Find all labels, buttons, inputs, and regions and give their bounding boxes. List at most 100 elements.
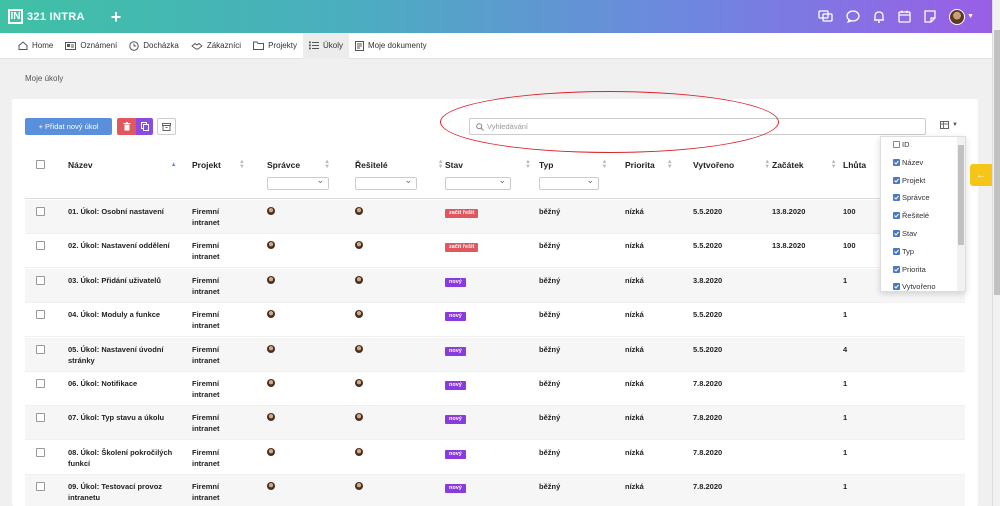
select-all-checkbox[interactable] <box>36 160 45 169</box>
app-logo[interactable]: IN 321 INTRA <box>8 9 85 24</box>
avatar <box>355 379 363 387</box>
nav-item-5[interactable]: Úkoly <box>302 32 349 59</box>
project-line: intranet <box>192 390 220 399</box>
column-header-6[interactable]: Priorita ▲ ▼ <box>625 159 673 170</box>
deadline-cell: 1 <box>843 482 848 492</box>
checkbox[interactable] <box>893 194 900 202</box>
table-row[interactable]: 02. Úkol: Nastavení oddělení Firemní intra… <box>25 234 965 269</box>
dropdown-scrollbar[interactable] <box>957 137 965 291</box>
task-name-cell[interactable]: 06. Úkol: Notifikace <box>68 378 178 389</box>
start-cell: 13.8.2020 <box>772 207 806 216</box>
bell-icon[interactable] <box>873 10 885 23</box>
column-option[interactable]: Typ <box>893 247 914 256</box>
column-option[interactable]: Správce <box>893 193 930 202</box>
column-filter-select[interactable] <box>355 175 417 190</box>
row-checkbox[interactable] <box>36 207 45 219</box>
column-option-label: Řešitelé <box>902 211 930 221</box>
assignees-cell <box>355 379 363 390</box>
calendar-icon[interactable] <box>898 10 911 23</box>
nav-item-0[interactable]: Home <box>12 33 59 59</box>
row-checkbox[interactable] <box>36 275 45 288</box>
nav-item-4[interactable]: Projekty <box>247 33 303 59</box>
column-filter-select[interactable] <box>445 175 511 190</box>
nav-item-1[interactable]: Oznámení <box>59 33 123 59</box>
project-line: Firemní <box>192 207 220 216</box>
checkbox[interactable] <box>893 158 900 166</box>
column-header-7[interactable]: Vytvořeno ▲ ▼ <box>693 159 770 170</box>
column-option[interactable]: Řešitelé <box>893 211 929 220</box>
task-name-line: funkcí <box>68 458 91 468</box>
start-cell: 13.8.2020 <box>772 241 806 251</box>
checkbox[interactable] <box>893 176 900 184</box>
checkbox[interactable] <box>893 141 900 148</box>
nav-item-2[interactable]: Docházka <box>123 33 185 59</box>
table-row[interactable]: 07. Úkol: Typ stavu a úkolu Firemní intran… <box>25 406 965 441</box>
row-checkbox[interactable] <box>36 241 45 253</box>
checkbox[interactable] <box>893 212 900 220</box>
assignees-cell <box>355 482 363 493</box>
archive-button[interactable] <box>157 118 176 135</box>
add-task-button[interactable]: + Přidat nový úkol <box>25 118 112 135</box>
checkbox[interactable] <box>893 283 900 291</box>
search-input[interactable] <box>487 122 787 131</box>
chat-icon[interactable] <box>818 10 833 23</box>
task-name-cell[interactable]: 09. Úkol: Testovací provoz intranetu <box>68 481 178 503</box>
column-header-5[interactable]: Typ ▲ ▼ <box>539 159 607 170</box>
table-row[interactable]: 01. Úkol: Osobní nastavení Firemní intrane… <box>25 200 965 234</box>
table-row[interactable]: 03. Úkol: Přidání uživatelů Firemní intran… <box>25 268 965 303</box>
table-row[interactable]: 05. Úkol: Nastavení úvodní stránky Firemní… <box>25 337 965 372</box>
row-checkbox[interactable] <box>36 447 45 460</box>
task-name-cell[interactable]: 07. Úkol: Typ stavu a úkolu <box>68 412 178 423</box>
column-option[interactable]: ID <box>893 140 910 149</box>
status-cell: začít řešit <box>445 240 479 253</box>
column-filter-select[interactable] <box>539 175 599 190</box>
checkbox[interactable] <box>893 230 900 237</box>
tasks-card: + Přidat nový úkol ▼ Název▲ Projekt▲▼ Sprá… <box>12 91 978 506</box>
table-row[interactable]: 09. Úkol: Testovací provoz intranetu Firem… <box>25 475 965 506</box>
column-option[interactable]: Název <box>893 158 923 167</box>
column-option[interactable]: Projekt <box>893 176 925 185</box>
table-row[interactable]: 06. Úkol: Notifikace Firemní intranet nový b… <box>25 372 965 406</box>
deadline-cell: 1 <box>843 379 848 388</box>
column-option[interactable]: Stav <box>893 229 917 238</box>
task-name-cell[interactable]: 03. Úkol: Přidání uživatelů <box>68 275 178 286</box>
row-checkbox[interactable] <box>36 379 45 391</box>
task-name-cell[interactable]: 02. Úkol: Nastavení oddělení <box>68 240 178 251</box>
task-name-cell[interactable]: 01. Úkol: Osobní nastavení <box>68 206 178 217</box>
row-checkbox[interactable] <box>36 310 45 322</box>
column-header-8[interactable]: Začátek ▲ ▼ <box>772 159 837 170</box>
table-row[interactable]: 08. Úkol: Školení pokročilých funkcí Firem… <box>25 441 965 475</box>
column-header-2[interactable]: Správce ▲ ▼ <box>267 159 330 170</box>
column-header-0[interactable]: Název ▲ <box>68 160 177 170</box>
side-panel-toggle[interactable]: ← <box>970 164 992 186</box>
type-cell: běžný <box>539 447 561 457</box>
row-checkbox[interactable] <box>36 482 45 494</box>
copy-button[interactable] <box>136 118 153 135</box>
checkbox[interactable] <box>893 265 900 273</box>
search-field[interactable] <box>469 118 926 135</box>
user-menu[interactable]: ▼ <box>949 8 974 25</box>
checkbox[interactable] <box>893 247 900 255</box>
message-icon[interactable] <box>846 10 860 23</box>
task-name-cell[interactable]: 05. Úkol: Nastavení úvodní stránky <box>68 344 178 366</box>
row-checkbox[interactable] <box>36 344 45 357</box>
task-name-cell[interactable]: 04. Úkol: Moduly a funkce <box>68 309 178 320</box>
column-toggle-button[interactable]: ▼ <box>940 121 958 129</box>
row-checkbox[interactable] <box>36 413 45 425</box>
quick-add-button[interactable]: + <box>111 8 122 26</box>
breadcrumb: Moje úkoly <box>25 74 64 83</box>
nav-item-6[interactable]: Moje dokumenty <box>349 33 433 59</box>
delete-button[interactable] <box>117 118 136 135</box>
column-option[interactable]: Vytvořeno <box>893 282 936 291</box>
column-filter-select[interactable] <box>267 175 329 190</box>
column-header-4[interactable]: Stav ▲ ▼ <box>445 159 531 170</box>
task-name-cell[interactable]: 08. Úkol: Školení pokročilých funkcí <box>68 447 178 469</box>
nav-item-3[interactable]: Zákazníci <box>185 33 247 59</box>
note-icon[interactable] <box>924 10 936 23</box>
table-row[interactable]: 04. Úkol: Moduly a funkce Firemní intranet… <box>25 303 965 338</box>
column-option[interactable]: Priorita <box>893 265 926 274</box>
column-header-1[interactable]: Projekt ▲ ▼ <box>192 159 245 170</box>
page-scrollbar[interactable] <box>992 0 1000 506</box>
avatar <box>355 413 363 422</box>
column-header-3[interactable]: Řešitelé ▲ ▼ <box>355 159 444 170</box>
